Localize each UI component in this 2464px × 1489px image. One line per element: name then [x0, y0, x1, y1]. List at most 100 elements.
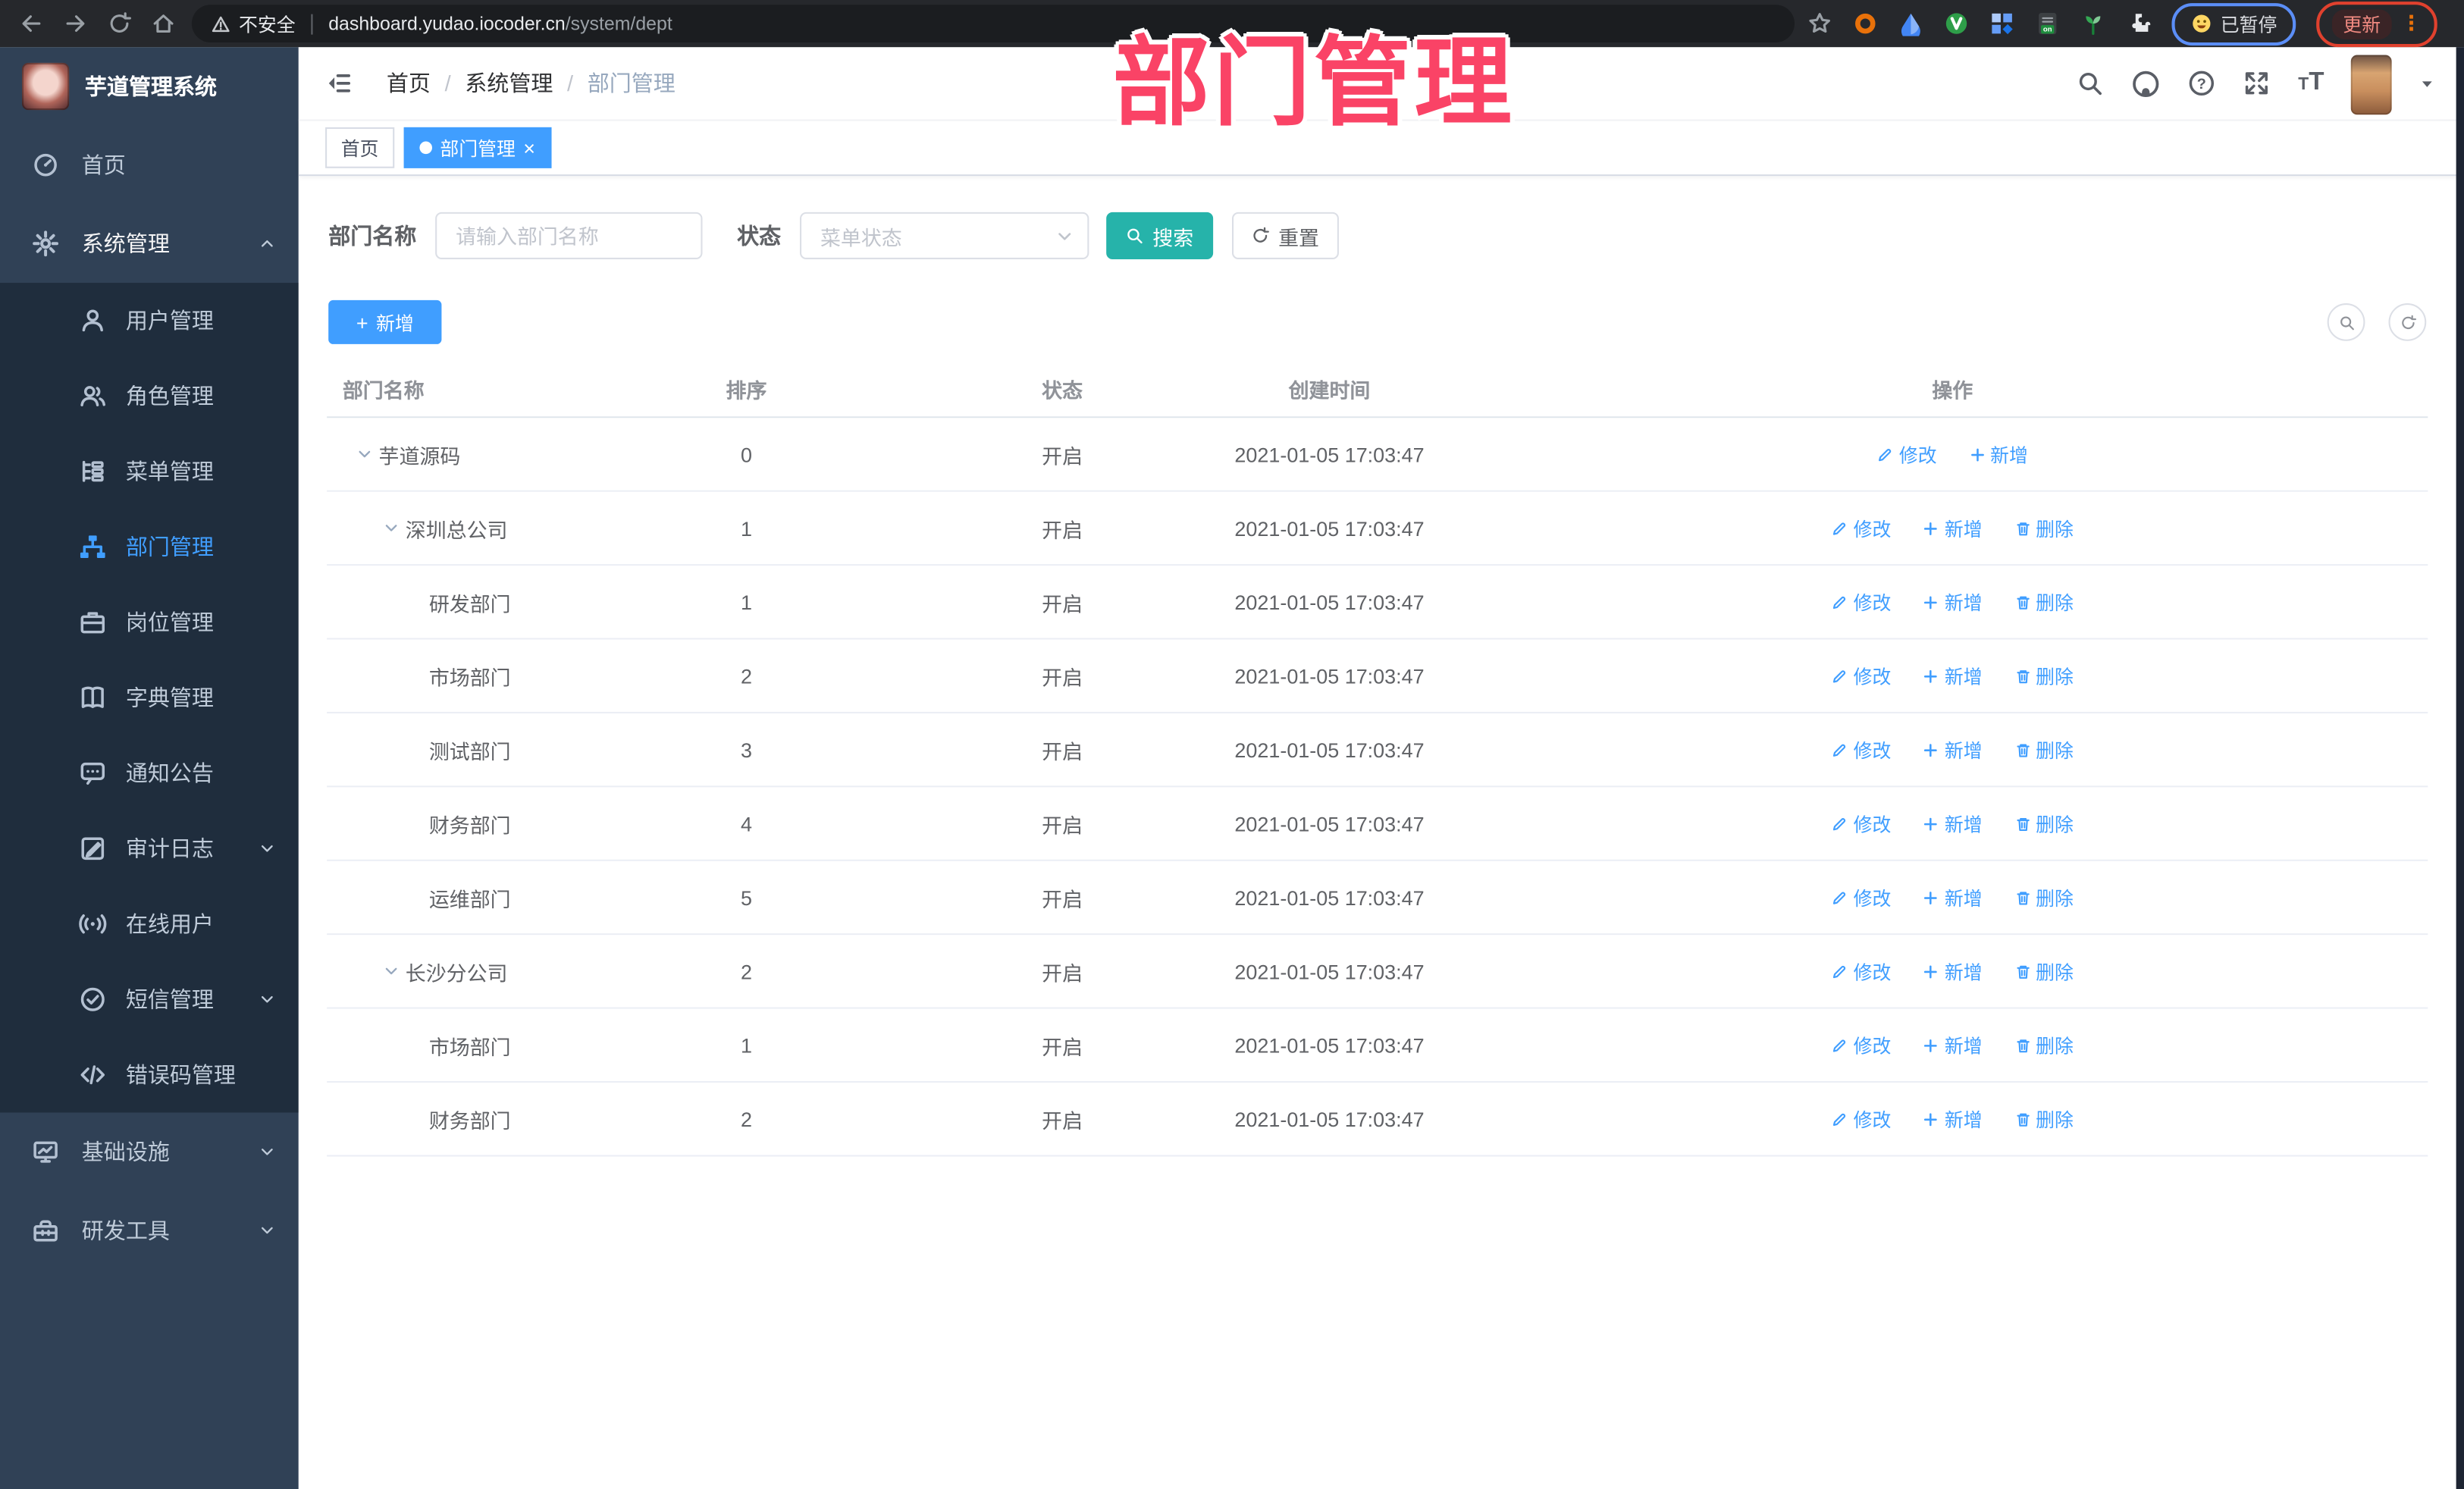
delete-action-link[interactable]: 删除: [2014, 663, 2074, 689]
sidebar-item-1[interactable]: 角色管理: [0, 359, 299, 434]
action-label: 新增: [1944, 739, 1983, 762]
column-header-status: 状态: [1042, 378, 1083, 402]
address-bar[interactable]: 不安全 dashboard.yudao.iocoder.cn/system/de…: [191, 5, 1795, 42]
sidebar-item-4[interactable]: 岗位管理: [0, 585, 299, 660]
ext-drop-icon[interactable]: [1898, 11, 1923, 36]
dept-name: 研发部门: [428, 591, 511, 616]
add-action-link[interactable]: 新增: [1923, 588, 1983, 615]
github-icon[interactable]: [2132, 68, 2161, 98]
add-action-link[interactable]: 新增: [1923, 663, 1983, 689]
delete-action-link[interactable]: 删除: [2014, 810, 2074, 836]
paused-extension-chip[interactable]: 已暂停: [2171, 2, 2296, 45]
column-header-actions: 操作: [1932, 378, 1973, 402]
delete-action-link[interactable]: 删除: [2014, 958, 2074, 984]
sidebar-item-9[interactable]: 短信管理: [0, 961, 299, 1036]
edit-action-link[interactable]: 修改: [1832, 958, 1891, 984]
toggle-search-button[interactable]: [2327, 303, 2365, 341]
sidebar-item-home[interactable]: 首页: [0, 126, 299, 205]
sidebar-item-0[interactable]: 用户管理: [0, 283, 299, 358]
sidebar-toggle-icon[interactable]: [324, 71, 355, 96]
delete-action-link[interactable]: 删除: [2014, 1105, 2074, 1132]
add-button[interactable]: + 新增: [328, 299, 442, 344]
edit-action-link[interactable]: 修改: [1832, 663, 1891, 689]
tree-expand-icon[interactable]: [382, 961, 401, 980]
ext-dark-on-icon[interactable]: on: [2035, 11, 2060, 36]
ext-target-icon[interactable]: [1853, 11, 1878, 36]
font-size-icon[interactable]: TT: [2298, 70, 2324, 96]
table-row[interactable]: 市场部门 2 开启 2021-01-05 17:03:47 修改 新增 删除: [327, 639, 2428, 714]
add-action-link[interactable]: 新增: [1923, 736, 1983, 763]
table-row[interactable]: 深圳总公司 1 开启 2021-01-05 17:03:47 修改 新增 删除: [327, 491, 2428, 566]
help-icon[interactable]: ?: [2188, 69, 2216, 97]
home-icon[interactable]: [151, 11, 176, 36]
table-row[interactable]: 长沙分公司 2 开启 2021-01-05 17:03:47 修改 新增 删除: [327, 935, 2428, 1009]
caret-down-icon[interactable]: [2419, 74, 2436, 92]
sidebar-item-3[interactable]: 部门管理: [0, 509, 299, 585]
table-row[interactable]: 测试部门 3 开启 2021-01-05 17:03:47 修改 新增 删除: [327, 713, 2428, 788]
breadcrumb-item-home[interactable]: 首页: [387, 67, 431, 99]
table-row[interactable]: 财务部门 2 开启 2021-01-05 17:03:47 修改 新增 删除: [327, 1083, 2428, 1157]
reload-icon[interactable]: [107, 11, 132, 36]
add-action-link[interactable]: 新增: [1923, 1105, 1983, 1132]
bookmark-star-icon[interactable]: [1807, 11, 1832, 36]
search-button[interactable]: 搜索: [1106, 212, 1214, 259]
edit-action-link[interactable]: 修改: [1832, 736, 1891, 763]
browser-update-button[interactable]: 更新 ⋮: [2316, 1, 2437, 47]
reset-button[interactable]: 重置: [1231, 212, 1339, 259]
dept-name-input[interactable]: [435, 212, 703, 259]
delete-action-link[interactable]: 删除: [2014, 884, 2074, 911]
avatar[interactable]: [2350, 55, 2392, 115]
sidebar-item-10[interactable]: 错误码管理: [0, 1037, 299, 1112]
forward-icon[interactable]: [63, 11, 88, 36]
refresh-table-button[interactable]: [2388, 303, 2427, 341]
delete-action-link[interactable]: 删除: [2014, 588, 2074, 615]
svg-text:?: ?: [2198, 76, 2207, 92]
edit-action-link[interactable]: 修改: [1832, 515, 1891, 541]
ext-squares-icon[interactable]: [1989, 11, 2014, 36]
tag-home[interactable]: 首页: [325, 127, 395, 168]
sidebar-item-system[interactable]: 系统管理: [0, 204, 299, 283]
tree-expand-icon[interactable]: [382, 519, 401, 538]
edit-action-link[interactable]: 修改: [1877, 440, 1937, 467]
breadcrumb-item-system[interactable]: 系统管理: [465, 67, 553, 99]
ext-green-v-icon[interactable]: [1944, 11, 1969, 36]
add-action-link[interactable]: 新增: [1923, 810, 1983, 836]
edit-action-link[interactable]: 修改: [1832, 1032, 1891, 1058]
table-row[interactable]: 研发部门 1 开启 2021-01-05 17:03:47 修改 新增 删除: [327, 566, 2428, 640]
ext-sprout-icon[interactable]: [2080, 11, 2105, 36]
table-row[interactable]: 芋道源码 0 开启 2021-01-05 17:03:47 修改 新增: [327, 418, 2428, 492]
sidebar-item-5[interactable]: 字典管理: [0, 660, 299, 735]
ext-puzzle-icon[interactable]: [2126, 11, 2151, 36]
edit-action-link[interactable]: 修改: [1832, 884, 1891, 911]
edit-action-link[interactable]: 修改: [1832, 810, 1891, 836]
search-icon[interactable]: [2077, 69, 2105, 97]
tag-dept-active[interactable]: 部门管理 ×: [403, 127, 551, 168]
back-icon[interactable]: [19, 11, 44, 36]
sidebar-item-6[interactable]: 通知公告: [0, 735, 299, 810]
delete-action-link[interactable]: 删除: [2014, 1032, 2074, 1058]
table-row[interactable]: 市场部门 1 开启 2021-01-05 17:03:47 修改 新增 删除: [327, 1008, 2428, 1083]
add-action-link[interactable]: 新增: [1968, 440, 2028, 467]
edit-action-link[interactable]: 修改: [1832, 588, 1891, 615]
gear-icon: [31, 230, 59, 258]
add-action-link[interactable]: 新增: [1923, 1032, 1983, 1058]
delete-action-link[interactable]: 删除: [2014, 736, 2074, 763]
table-row[interactable]: 运维部门 5 开启 2021-01-05 17:03:47 修改 新增 删除: [327, 860, 2428, 936]
delete-action-link[interactable]: 删除: [2014, 515, 2074, 541]
sidebar-group-1[interactable]: 研发工具: [0, 1191, 299, 1270]
edit-action-link[interactable]: 修改: [1832, 1105, 1891, 1132]
kebab-menu-icon[interactable]: ⋮: [2401, 13, 2422, 33]
sidebar-item-2[interactable]: 菜单管理: [0, 434, 299, 509]
close-tag-icon[interactable]: ×: [523, 137, 535, 158]
sidebar-item-8[interactable]: 在线用户: [0, 886, 299, 961]
tree-expand-icon[interactable]: [355, 445, 374, 464]
sidebar-item-7[interactable]: 审计日志: [0, 811, 299, 886]
add-action-link[interactable]: 新增: [1923, 958, 1983, 984]
table-row[interactable]: 财务部门 4 开启 2021-01-05 17:03:47 修改 新增 删除: [327, 787, 2428, 861]
fullscreen-icon[interactable]: [2243, 69, 2271, 97]
status-select[interactable]: 菜单状态: [800, 212, 1089, 259]
page-scrollbar[interactable]: [2456, 47, 2464, 1489]
add-action-link[interactable]: 新增: [1923, 884, 1983, 911]
add-action-link[interactable]: 新增: [1923, 515, 1983, 541]
sidebar-group-0[interactable]: 基础设施: [0, 1112, 299, 1191]
